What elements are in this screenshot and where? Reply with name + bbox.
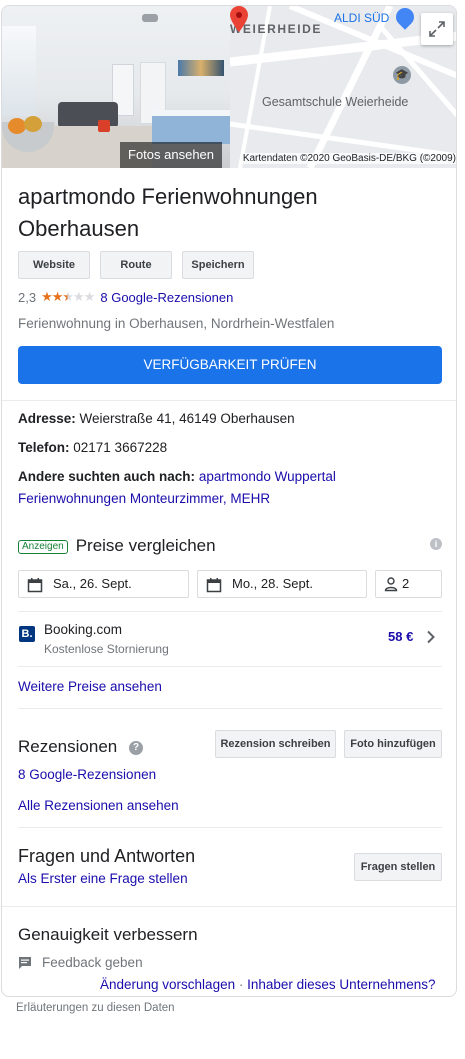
ad-badge: Anzeigen [18,540,68,554]
also-searched-label: Andere suchten auch nach: [18,469,196,484]
divider [18,827,442,828]
map-attribution: Kartendaten ©2020 GeoBasis-DE/BKG (©2009… [240,153,456,164]
also-searched-row: Andere suchten auch nach: apartmondo Wup… [18,469,336,506]
info-icon[interactable]: i [430,538,442,550]
checkin-date-value: Sa., 26. Sept. [53,576,132,591]
divider [18,666,442,667]
google-reviews-link[interactable]: 8 Google-Rezensionen [18,767,156,782]
rating-value: 2,3 [18,289,37,305]
map-thumbnail[interactable]: WEIERHEIDE ALDI SÜD 🎓 Gesamtschule Weier… [230,6,456,168]
chevron-right-icon[interactable] [426,630,436,644]
offer-note: Kostenlose Stornierung [44,642,169,656]
view-photos-button[interactable]: Fotos ansehen [120,142,223,168]
prices-header: Anzeigen Preise vergleichen [18,536,216,556]
data-explanation-link[interactable]: Erläuterungen zu diesen Daten [16,1002,175,1014]
phone-row: Telefon: 02171 3667228 [18,437,448,459]
expand-icon [429,21,445,37]
photo-lamp [142,14,158,22]
guests-value: 2 [402,576,410,591]
map-poi-aldi: ALDI SÜD [334,11,390,25]
person-icon [384,577,398,592]
save-button[interactable]: Speichern [182,251,254,279]
phone-value[interactable]: 02171 3667228 [73,440,167,455]
checkout-date-field[interactable]: Mo., 28. Sept. [197,570,367,598]
help-icon[interactable]: ? [129,741,143,755]
knowledge-panel: Fotos ansehen WEIERHEIDE ALDI SÜD 🎓 Gesa… [1,5,457,997]
business-title: apartmondo Ferienwohnungen Oberhausen [18,184,318,241]
photo-cup [98,120,110,132]
divider [18,708,442,709]
booking-logo-icon: B. [19,626,35,642]
business-photo[interactable]: Fotos ansehen [2,6,230,168]
photo-window [2,26,36,116]
website-button[interactable]: Website [18,251,90,279]
rating-row: 2,3 ★ ★ ★ ★ ★ 8 Google-Rezensionen [18,289,233,305]
owner-link[interactable]: Inhaber dieses Unternehmens? [247,977,435,992]
location-pin-icon [230,6,248,32]
check-availability-button[interactable]: VERFÜGBARKEIT PRÜFEN [18,346,442,384]
feedback-label: Feedback geben [42,955,143,970]
photo-bed [152,110,230,144]
separator: · [238,977,244,992]
address-value[interactable]: Weierstraße 41, 46149 Oberhausen [80,411,295,426]
rating-stars-icon: ★ ★ ★ ★ ★ [41,289,95,304]
checkout-date-value: Mo., 28. Sept. [232,576,313,591]
photo-wall-picture [178,60,224,76]
feedback-icon [19,956,31,969]
write-review-button[interactable]: Rezension schreiben [215,730,336,758]
guests-field[interactable]: 2 [375,570,442,598]
ask-question-button[interactable]: Fragen stellen [354,853,442,881]
expand-map-button[interactable] [421,13,453,45]
phone-label: Telefon: [18,440,70,455]
offer-provider[interactable]: Booking.com [44,622,122,637]
address-row: Adresse: Weierstraße 41, 46149 Oberhause… [18,408,448,430]
calendar-icon [27,578,43,593]
first-question-link[interactable]: Als Erster eine Frage stellen [18,871,188,886]
calendar-icon [206,578,222,593]
also-searched-link-ferienwohnungen-monteurzimmer[interactable]: Ferienwohnungen Monteurzimmer [18,491,223,506]
qa-title: Fragen und Antworten [18,846,196,866]
route-button[interactable]: Route [100,251,172,279]
divider [18,611,442,612]
checkin-date-field[interactable]: Sa., 26. Sept. [18,570,189,598]
address-label: Adresse: [18,411,76,426]
also-searched-more-link[interactable]: MEHR [230,491,270,506]
reviews-title: Rezensionen [18,737,118,756]
feedback-row[interactable]: Feedback geben [18,955,143,970]
add-photo-button[interactable]: Foto hinzufügen [344,730,442,758]
more-prices-link[interactable]: Weitere Preise ansehen [18,679,162,694]
prices-title: Preise vergleichen [75,536,216,555]
divider [2,906,456,907]
school-icon: 🎓 [393,66,411,84]
offer-price[interactable]: 58 € [388,629,413,644]
reviews-count-link[interactable]: 8 Google-Rezensionen [100,290,233,305]
business-category: Ferienwohnung in Oberhausen, Nordrhein-W… [18,316,335,331]
media-header: Fotos ansehen WEIERHEIDE ALDI SÜD 🎓 Gesa… [2,6,456,168]
map-poi-school: Gesamtschule Weierheide [262,95,409,109]
also-searched-link-apartmondo-wuppertal[interactable]: apartmondo Wuppertal [199,469,336,484]
all-reviews-link[interactable]: Alle Rezensionen ansehen [18,798,179,813]
edit-links: Änderung vorschlagen · Inhaber dieses Un… [100,977,436,992]
accuracy-title: Genauigkeit verbessern [18,925,198,944]
divider [2,400,456,401]
suggest-edit-link[interactable]: Änderung vorschlagen [100,977,235,992]
photo-fruit [24,116,42,132]
